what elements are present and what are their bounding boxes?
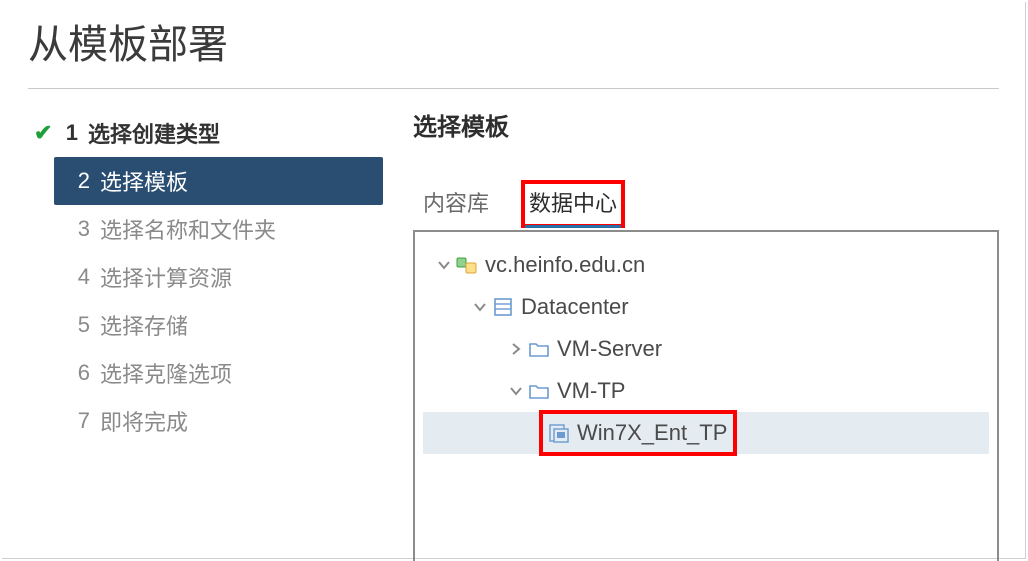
step-number: 1	[56, 120, 78, 146]
wizard-step-5: 5 选择存储	[54, 301, 383, 349]
tree-node-datacenter[interactable]: Datacenter	[423, 286, 989, 328]
tree-node-vcenter[interactable]: vc.heinfo.edu.cn	[423, 244, 989, 286]
wizard-step-2[interactable]: 2 选择模板	[54, 157, 383, 205]
wizard-step-1[interactable]: ✔ 1 选择创建类型	[28, 109, 383, 157]
datacenter-icon	[491, 296, 515, 318]
right-panel: 选择模板 内容库 数据中心	[383, 107, 999, 561]
wizard-step-3: 3 选择名称和文件夹	[54, 205, 383, 253]
page-title: 从模板部署	[28, 2, 999, 89]
tab-bar: 内容库 数据中心	[413, 182, 999, 226]
wizard-step-7: 7 即将完成	[54, 397, 383, 445]
wizard-steps: ✔ 1 选择创建类型 2 选择模板 3 选择名称和文件夹 4 选择计算资源 5 …	[28, 107, 383, 561]
highlight-box: Win7X_Ent_TP	[541, 412, 735, 454]
step-label: 选择名称和文件夹	[100, 213, 276, 245]
tree-node-folder-vmtp[interactable]: VM-TP	[423, 370, 989, 412]
step-label: 即将完成	[100, 405, 188, 437]
chevron-right-icon[interactable]	[505, 342, 527, 356]
step-number: 2	[68, 168, 90, 194]
step-number: 5	[68, 312, 90, 338]
wizard-step-6: 6 选择克隆选项	[54, 349, 383, 397]
tree-label: Datacenter	[521, 294, 629, 320]
wizard-dialog: 从模板部署 ✔ 1 选择创建类型 2 选择模板 3 选择名称和文件夹 4 选择计…	[2, 2, 1026, 559]
step-number: 6	[68, 360, 90, 386]
chevron-down-icon[interactable]	[469, 300, 491, 314]
step-number: 4	[68, 264, 90, 290]
tree-root: vc.heinfo.edu.cn	[423, 244, 989, 454]
tree-label: VM-Server	[557, 336, 662, 362]
vm-template-icon	[547, 422, 571, 444]
chevron-down-icon[interactable]	[505, 384, 527, 398]
tree-node-folder-vmserver[interactable]: VM-Server	[423, 328, 989, 370]
chevron-down-icon[interactable]	[433, 258, 455, 272]
step-label: 选择存储	[100, 309, 188, 341]
check-icon: ✔	[34, 120, 54, 146]
tree-node-template[interactable]: Win7X_Ent_TP	[423, 412, 989, 454]
vcenter-icon	[455, 254, 479, 276]
folder-icon	[527, 380, 551, 402]
tree-label: VM-TP	[557, 378, 625, 404]
step-label: 选择模板	[100, 165, 188, 197]
wizard-step-4: 4 选择计算资源	[54, 253, 383, 301]
tree-label: vc.heinfo.edu.cn	[485, 252, 645, 278]
panel-title: 选择模板	[413, 107, 999, 182]
step-label: 选择计算资源	[100, 261, 232, 293]
step-number: 3	[68, 216, 90, 242]
tree-label: Win7X_Ent_TP	[577, 420, 727, 446]
step-number: 7	[68, 408, 90, 434]
step-label: 选择创建类型	[88, 117, 220, 149]
folder-icon	[527, 338, 551, 360]
tab-datacenter[interactable]: 数据中心	[523, 182, 623, 226]
tab-content-library[interactable]: 内容库	[417, 182, 495, 226]
inventory-tree[interactable]: vc.heinfo.edu.cn	[413, 230, 999, 561]
wizard-body: ✔ 1 选择创建类型 2 选择模板 3 选择名称和文件夹 4 选择计算资源 5 …	[28, 89, 999, 561]
step-label: 选择克隆选项	[100, 357, 232, 389]
